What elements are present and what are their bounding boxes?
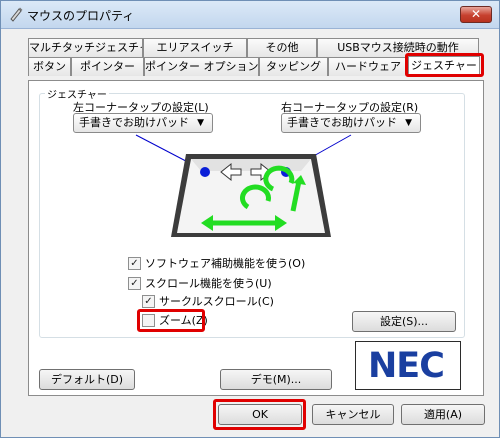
left-corner-dot-icon xyxy=(200,167,210,177)
touchpad-gesture-illustration xyxy=(171,154,331,237)
tab-tapping[interactable]: タッピング xyxy=(259,57,328,76)
checkbox-checked-icon: ✓ xyxy=(128,257,141,270)
checkbox-checked-icon: ✓ xyxy=(128,277,141,290)
mouse-properties-window: マウスのプロパティ ✕ マルチタッチジェスチャー エリアスイッチ その他 USB… xyxy=(0,0,500,438)
checkbox-checked-icon: ✓ xyxy=(142,295,155,308)
tab-area-switch[interactable]: エリアスイッチ xyxy=(143,38,247,57)
gesture-tab-highlight xyxy=(405,53,484,77)
zoom-checkbox-highlight xyxy=(137,309,205,332)
restore-defaults-button[interactable]: デフォルト(D) xyxy=(39,369,135,390)
ok-button-highlight xyxy=(213,399,306,430)
title-bar[interactable]: マウスのプロパティ ✕ xyxy=(1,1,499,29)
brand-logo-box: NEC xyxy=(355,341,461,390)
close-button[interactable]: ✕ xyxy=(460,6,492,23)
gesture-settings-button[interactable]: 設定(S)... xyxy=(352,311,456,332)
dropdown-arrow-icon: ▼ xyxy=(197,118,204,128)
dropdown-arrow-icon: ▼ xyxy=(405,118,412,128)
left-corner-tap-select[interactable]: 手書きでお助けパッド ▼ xyxy=(73,113,213,133)
right-corner-tap-select[interactable]: 手書きでお助けパッド ▼ xyxy=(281,113,421,133)
mouse-pen-icon xyxy=(10,7,23,22)
tab-multitouch-gesture[interactable]: マルチタッチジェスチャー xyxy=(28,38,143,57)
tab-pointer-options[interactable]: ポインター オプション xyxy=(144,57,259,76)
apply-button[interactable]: 適用(A) xyxy=(401,404,485,425)
tab-buttons[interactable]: ボタン xyxy=(28,57,71,76)
tab-pointer[interactable]: ポインター xyxy=(71,57,144,76)
window-title: マウスのプロパティ xyxy=(27,9,135,23)
tab-hardware[interactable]: ハードウェア xyxy=(328,57,408,76)
close-icon: ✕ xyxy=(470,7,482,21)
nec-logo: NEC xyxy=(368,346,445,386)
tab-other[interactable]: その他 xyxy=(247,38,317,57)
cancel-button[interactable]: キャンセル xyxy=(312,404,394,425)
demo-button[interactable]: デモ(M)... xyxy=(220,369,332,390)
